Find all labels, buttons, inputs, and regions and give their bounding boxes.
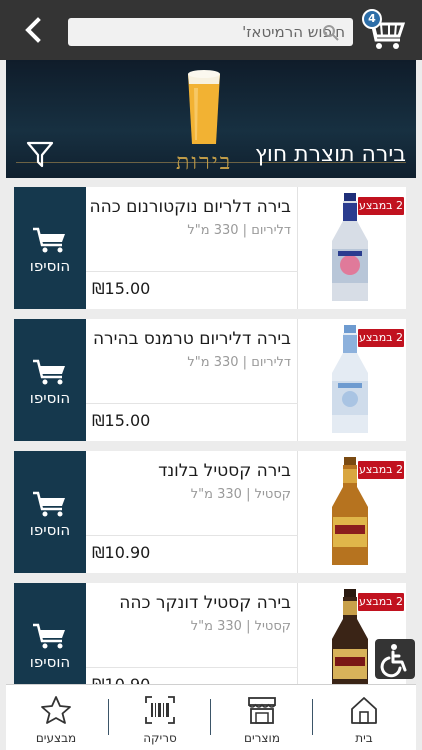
product-image[interactable]: 2 במבצע [298,319,406,441]
product-info[interactable]: בירה קסטיל בלונד קסטיל | 330 מ"ל ₪10.90 [86,451,298,573]
product-name[interactable]: בירה דלריום נוקטורנום כהה [90,197,291,217]
product-name[interactable]: בירה קסטיל בלונד [158,461,291,481]
product-meta: דליריום | 330 מ"ל [187,355,291,370]
add-to-cart-icon [33,359,65,385]
add-to-cart-icon [33,623,65,649]
divider [86,271,298,272]
divider [86,535,298,536]
divider [86,667,298,668]
app-screen: 4 בירות בירה תוצרת חוץ הוסיפו בירה דלריו… [0,0,422,750]
nav-label: סריקה [143,731,177,745]
product-price: ₪15.00 [92,279,151,298]
wheelchair-icon [380,644,407,678]
search-icon[interactable] [322,24,340,42]
promo-badge: 2 במבצע [358,461,404,479]
search-input[interactable] [103,18,353,46]
nav-divider [312,699,313,735]
add-to-cart-icon [33,491,65,517]
product-name[interactable]: בירה קסטיל דונקר כהה [119,593,291,613]
product-card[interactable]: הוסיפו בירה דליריום טרמנס בהירה דליריום … [14,319,406,441]
back-arrow-icon[interactable] [18,14,48,46]
product-brand: קסטיל [254,619,291,634]
product-brand: דליריום [251,355,291,370]
product-volume: 330 מ"ל [187,355,239,370]
nav-divider [210,699,211,735]
product-volume: 330 מ"ל [187,223,239,238]
search-box [68,18,353,46]
product-image[interactable]: 2 במבצע [298,451,406,573]
promo-badge: 2 במבצע [358,197,404,215]
product-brand: קסטיל [254,487,291,502]
add-to-cart-label: הוסיפו [29,257,71,275]
nav-item-deals[interactable]: מבצעים [6,685,106,750]
product-meta: קסטיל | 330 מ"ל [190,619,291,634]
product-image[interactable]: 2 במבצע [298,187,406,309]
nav-label: בית [355,731,373,745]
product-info[interactable]: בירה דליריום טרמנס בהירה דליריום | 330 מ… [86,319,298,441]
add-to-cart-label: הוסיפו [29,521,71,539]
promo-badge: 2 במבצע [358,329,404,347]
cart-count-badge: 4 [362,9,382,29]
nav-item-products[interactable]: מוצרים [212,685,312,750]
nav-label: מבצעים [35,731,77,745]
product-info[interactable]: בירה דלריום נוקטורנום כהה דליריום | 330 … [86,187,298,309]
product-card[interactable]: הוסיפו בירה דלריום נוקטורנום כהה דליריום… [14,187,406,309]
top-bar: 4 [0,0,422,60]
add-to-cart-button[interactable]: הוסיפו [14,187,86,309]
category-banner: בירות בירה תוצרת חוץ [6,60,416,178]
product-name[interactable]: בירה דליריום טרמנס בהירה [93,329,291,349]
product-volume: 330 מ"ל [190,487,242,502]
promo-badge: 2 במבצע [358,593,404,611]
star-icon [41,696,71,724]
product-meta: דליריום | 330 מ"ל [187,223,291,238]
add-to-cart-label: הוסיפו [29,653,71,671]
barcode-icon [145,696,175,724]
product-meta: קסטיל | 330 מ"ל [190,487,291,502]
accessibility-button[interactable] [375,639,415,679]
add-to-cart-label: הוסיפו [29,389,71,407]
add-to-cart-button[interactable]: הוסיפו [14,319,86,441]
store-icon [248,697,276,724]
bottom-nav: מבצעים סריקה מוצרים בית [6,684,416,750]
product-brand: דליריום [251,223,291,238]
divider [86,403,298,404]
beer-glass-image [188,70,220,144]
nav-item-scan[interactable]: סריקה [110,685,210,750]
add-to-cart-button[interactable]: הוסיפו [14,451,86,573]
nav-item-home[interactable]: בית [314,685,414,750]
home-icon [351,697,377,724]
product-price: ₪15.00 [92,411,151,430]
nav-divider [108,699,109,735]
product-volume: 330 מ"ל [190,619,242,634]
product-card[interactable]: הוסיפו בירה קסטיל בלונד קסטיל | 330 מ"ל … [14,451,406,573]
nav-label: מוצרים [244,731,280,745]
category-title: בירה תוצרת חוץ [254,142,406,167]
filter-icon[interactable] [26,140,54,168]
banner-script-text: בירות [176,150,233,175]
product-price: ₪10.90 [92,543,151,562]
add-to-cart-icon [33,227,65,253]
